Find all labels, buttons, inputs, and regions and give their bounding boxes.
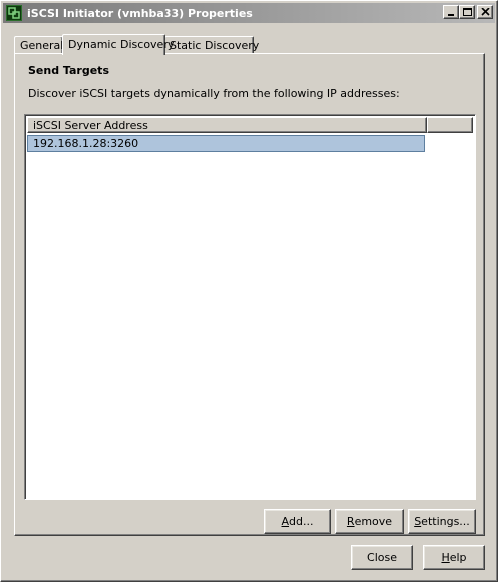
settings-button[interactable]: Settings... [408,509,476,534]
description-text: Discover iSCSI targets dynamically from … [28,87,400,100]
window-title: iSCSI Initiator (vmhba33) Properties [27,6,253,20]
column-header-server-address[interactable]: iSCSI Server Address [27,117,427,133]
properties-window: iSCSI Initiator (vmhba33) Properties Gen… [0,0,498,582]
tab-dynamic-discovery[interactable]: Dynamic Discovery [62,34,174,55]
minimize-icon [448,14,454,16]
tab-general[interactable]: General [14,36,63,53]
close-icon [481,8,490,16]
title-bar[interactable]: iSCSI Initiator (vmhba33) Properties [3,3,495,23]
list-item[interactable]: 192.168.1.28:3260 [27,135,425,152]
tab-panel: Send Targets Discover iSCSI targets dyna… [14,53,485,536]
send-targets-list[interactable]: iSCSI Server Address 192.168.1.28:3260 [24,114,476,500]
remove-button[interactable]: Remove [335,509,404,534]
close-window-button[interactable] [477,5,493,19]
section-title: Send Targets [28,64,109,77]
add-button[interactable]: Add... [264,509,331,534]
maximize-button[interactable] [459,5,475,19]
help-button[interactable]: Help [423,545,485,570]
vsphere-app-icon [6,5,22,21]
maximize-icon [463,8,472,16]
minimize-button[interactable] [443,5,459,19]
tab-static-discovery[interactable]: Static Discovery [164,36,259,53]
list-header: iSCSI Server Address [27,117,473,133]
close-button[interactable]: Close [351,545,413,570]
column-header-filler [427,117,473,133]
